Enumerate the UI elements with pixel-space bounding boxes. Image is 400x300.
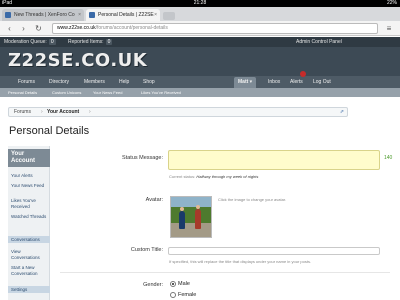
nav-alerts[interactable]: Alerts: [290, 76, 303, 88]
subnav-custom-unicons[interactable]: Custom Unicons: [52, 88, 81, 97]
current-status: Current status: Halfway through my week …: [169, 174, 259, 179]
browser-tab-personal-details[interactable]: Personal Details | Z22SE ×: [86, 9, 160, 21]
avatar-hint: Click the image to change your avatar.: [218, 197, 287, 202]
status-char-counter: 140: [384, 155, 393, 161]
site-logo[interactable]: Z22SE.CO.UK: [8, 50, 147, 72]
status-message-label: Status Message:: [122, 155, 163, 161]
jump-arrow-icon[interactable]: ⇗: [340, 108, 344, 116]
tab-title: Personal Details | Z22SE: [98, 12, 154, 18]
nav-shop[interactable]: Shop: [143, 76, 155, 88]
breadcrumb-separator-icon: ›: [41, 109, 43, 115]
sidebar-section-conversations[interactable]: Conversations: [8, 236, 50, 243]
avatar-image[interactable]: [170, 196, 212, 238]
nav-logout[interactable]: Log Out: [313, 76, 331, 88]
browser-tab-bar: New Threads | XenForo Co × Personal Deta…: [0, 7, 400, 21]
reported-count-badge: 0: [105, 39, 113, 45]
account-subnav: Personal Details Custom Unicons Your New…: [0, 88, 400, 97]
url-host: www.z22se.co.uk: [57, 25, 96, 31]
avatar-label: Avatar:: [145, 197, 163, 203]
main-navigation: Forums Directory Members Help Shop Matt …: [0, 76, 400, 88]
nav-directory[interactable]: Directory: [49, 76, 69, 88]
browser-tab-new-threads[interactable]: New Threads | XenForo Co ×: [2, 9, 84, 21]
chevron-down-icon: ▾: [249, 79, 253, 85]
gender-female-radio[interactable]: [170, 292, 176, 298]
page-title: Personal Details: [9, 125, 90, 137]
nav-forums[interactable]: Forums: [18, 76, 35, 88]
gender-label: Gender:: [143, 282, 163, 288]
sidebar-section-settings[interactable]: Settings: [8, 286, 50, 293]
subnav-personal-details[interactable]: Personal Details: [8, 88, 37, 97]
sidebar-item-watched-threads[interactable]: Watched Threads: [11, 214, 49, 220]
current-status-value: Halfway through my week of nights: [196, 174, 259, 179]
close-icon[interactable]: ×: [78, 9, 81, 21]
url-bar[interactable]: www.z22se.co.uk/forums/account/personal-…: [52, 23, 378, 34]
breadcrumb-separator-icon: ›: [89, 109, 91, 115]
subnav-likes-received[interactable]: Likes You've Received: [141, 88, 181, 97]
browser-toolbar: ‹ › ↻ www.z22se.co.uk/forums/account/per…: [0, 21, 400, 36]
custom-title-label: Custom Title:: [130, 247, 163, 253]
moderation-count-badge: 0: [48, 39, 56, 45]
user-menu[interactable]: Matt ▾: [234, 77, 257, 88]
moderation-queue-link[interactable]: Moderation Queue: 0: [4, 37, 56, 47]
nav-inbox[interactable]: Inbox: [268, 76, 280, 88]
alert-count-badge: [300, 71, 306, 77]
gender-male-radio[interactable]: [170, 281, 176, 287]
site-favicon-icon: [89, 12, 95, 18]
account-sidebar: Your Account Your Alerts Your News Feed …: [8, 146, 50, 300]
close-icon[interactable]: ×: [154, 9, 157, 21]
status-message-input[interactable]: [168, 150, 380, 170]
nav-help[interactable]: Help: [119, 76, 129, 88]
battery-level: 22%: [386, 0, 397, 6]
sidebar-item-view-conversations[interactable]: View Conversations: [11, 249, 49, 260]
sidebar-item-alerts[interactable]: Your Alerts: [11, 173, 49, 179]
reload-icon[interactable]: ↻: [33, 23, 44, 34]
breadcrumb-your-account[interactable]: Your Account: [47, 108, 79, 116]
new-tab-button[interactable]: [163, 12, 175, 20]
sidebar-item-news-feed[interactable]: Your News Feed: [11, 183, 49, 189]
custom-title-hint: If specified, this will replace the titl…: [169, 259, 312, 264]
site-header: Z22SE.CO.UK: [0, 47, 400, 76]
forward-arrow-icon[interactable]: ›: [18, 23, 29, 34]
subnav-news-feed[interactable]: Your News Feed: [93, 88, 122, 97]
url-path: /forums/account/personal-details: [95, 25, 168, 31]
breadcrumb: Forums › Your Account › ⇗: [8, 107, 348, 117]
sidebar-item-likes[interactable]: Likes You've Received: [11, 198, 49, 209]
nav-members[interactable]: Members: [84, 76, 105, 88]
device-status-bar: iPad 21:28 22%: [0, 0, 400, 7]
browser-menu-icon[interactable]: ≡: [384, 23, 394, 34]
custom-title-input[interactable]: [168, 247, 380, 255]
breadcrumb-forums[interactable]: Forums: [14, 108, 31, 116]
gender-female-label[interactable]: Female: [178, 292, 196, 298]
sidebar-item-start-conversation[interactable]: Start a New Conversation: [11, 265, 49, 276]
admin-control-panel-link[interactable]: Admin Control Panel: [296, 37, 342, 47]
gender-male-label[interactable]: Male: [178, 281, 190, 287]
back-arrow-icon[interactable]: ‹: [4, 23, 15, 34]
admin-bar: Moderation Queue: 0 Reported Items: 0 Admi…: [0, 37, 400, 47]
clock: 21:28: [193, 0, 207, 6]
form-divider: [60, 272, 390, 273]
tab-title: New Threads | XenForo Co: [14, 12, 75, 18]
reported-items-link[interactable]: Reported Items: 0: [68, 37, 113, 47]
site-favicon-icon: [5, 12, 11, 18]
sidebar-heading: Your Account: [8, 149, 50, 167]
